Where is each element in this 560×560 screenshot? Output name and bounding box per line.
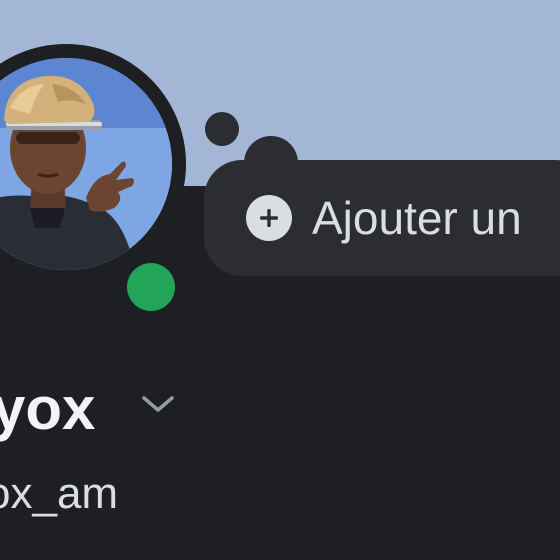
chevron-down-icon[interactable]	[140, 390, 176, 418]
user-profile-popout: Ajouter un yox ox_am	[0, 0, 560, 560]
online-status-icon	[127, 263, 175, 311]
plus-circle-icon	[246, 195, 292, 241]
display-name: yox	[0, 375, 96, 442]
username: ox_am	[0, 469, 119, 518]
thought-bubble-dot-small	[205, 112, 239, 146]
custom-status-label: Ajouter un	[312, 192, 522, 244]
add-custom-status-button[interactable]: Ajouter un	[204, 160, 560, 276]
